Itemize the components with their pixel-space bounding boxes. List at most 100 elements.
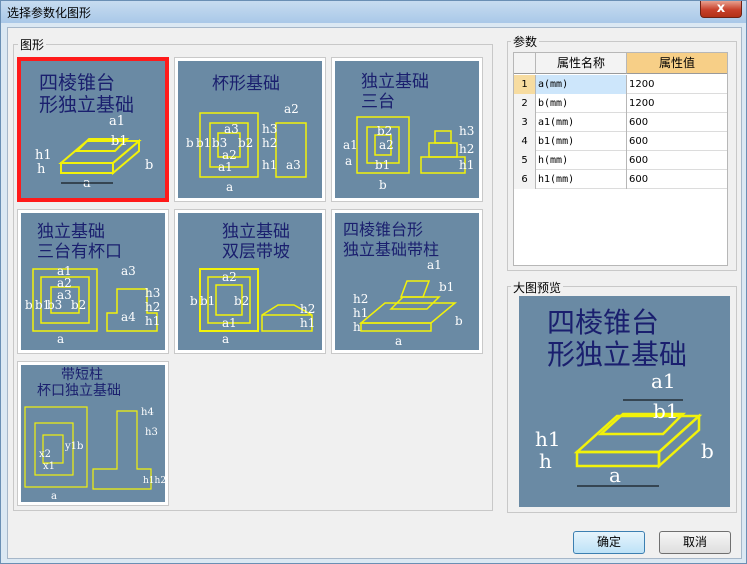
dialog-window: 选择参数化图形 x 图形 参数 大图预览 四棱锥台 形独立基础 a1 b1 h1… (0, 0, 747, 564)
thumb-title-line: 杯口独立基础 (37, 382, 121, 399)
dim-label: h3 (459, 124, 474, 138)
row-name[interactable]: b(mm) (536, 94, 627, 113)
footing-base-outline (60, 162, 114, 174)
preview-group-label: 大图预览 (511, 279, 564, 296)
shape-thumbnail-2[interactable]: 杯形基础 a2 a3 b b1 b3 b2 a2 a1 h3 h2 h1 a3 … (174, 57, 326, 202)
dim-label: x2 (39, 449, 51, 460)
dim-label: h1 (300, 316, 315, 330)
footing-base-outline (360, 322, 432, 332)
row-value[interactable]: 600 (627, 151, 727, 170)
row-name[interactable]: a1(mm) (536, 113, 627, 132)
dim-label: b (701, 439, 714, 463)
row-value[interactable]: 600 (627, 132, 727, 151)
dim-label: a2 (284, 102, 299, 116)
step-middle (428, 142, 458, 158)
thumb-title-line: 带短柱 (61, 367, 103, 383)
table-header-name[interactable]: 属性名称 (536, 53, 627, 74)
dim-label: h2 (145, 300, 160, 314)
row-index: 5 (514, 151, 536, 170)
shape-drawing-2: 杯形基础 a2 a3 b b1 b3 b2 a2 a1 h3 h2 h1 a3 … (178, 61, 322, 198)
table-row[interactable]: 6 h1(mm) 600 (514, 170, 727, 189)
preview-image: 四棱锥台 形独立基础 a1 b1 h1 h a b (519, 296, 730, 507)
table-row[interactable]: 3 a1(mm) 600 (514, 113, 727, 132)
dim-label: a2 (222, 270, 237, 284)
dim-label: h1 (35, 148, 52, 163)
dim-label: b2 (71, 298, 86, 312)
close-button[interactable]: x (700, 1, 742, 18)
dim-label: b (145, 158, 153, 173)
dim-label: b1 (111, 134, 128, 149)
dim-label: b1 (439, 280, 454, 294)
dim-label: h1 (353, 306, 368, 320)
shape-thumbnail-7[interactable]: 带短柱 杯口独立基础 h4 h3 x2 x1 y1 b h1h2 a (17, 361, 169, 506)
dim-label: a1 (222, 316, 237, 330)
dim-label: h2 (353, 292, 368, 306)
dim-label: b (25, 298, 33, 312)
dim-label: a (51, 491, 57, 502)
dim-label: a1 (109, 114, 125, 129)
dim-label: h3 (145, 286, 160, 300)
dim-label: b2 (234, 294, 249, 308)
ok-button[interactable]: 确定 (573, 531, 645, 554)
dim-label: h3 (145, 427, 158, 438)
row-name[interactable]: h1(mm) (536, 170, 627, 189)
dim-label: a (222, 332, 229, 346)
row-name[interactable]: h(mm) (536, 151, 627, 170)
dim-label: h2 (300, 302, 315, 316)
title-bar[interactable]: 选择参数化图形 x (1, 1, 746, 23)
thumb-title-line: 独立基础 (37, 222, 105, 242)
shapes-group-label: 图形 (18, 36, 47, 53)
dim-label: b (455, 314, 463, 328)
footing-side-outline (657, 413, 701, 469)
row-name[interactable]: b1(mm) (536, 132, 627, 151)
cancel-button[interactable]: 取消 (659, 531, 731, 554)
shape-thumbnail-1[interactable]: 四棱锥台 形独立基础 a1 b1 h1 h a b (17, 57, 169, 202)
table-row[interactable]: 1 a(mm) 1200 (514, 75, 727, 94)
row-value[interactable]: 600 (627, 170, 727, 189)
column-outline (399, 280, 431, 298)
shape-drawing-5: 独立基础 双层带坡 a2 b b1 b2 a1 a h2 h1 (178, 213, 322, 350)
row-value[interactable]: 1200 (627, 75, 727, 94)
dim-label: h3 (262, 122, 277, 136)
step-top (434, 130, 452, 144)
row-index: 2 (514, 94, 536, 113)
thumb-title-line: 独立基础 (361, 72, 429, 92)
table-row[interactable]: 2 b(mm) 1200 (514, 94, 727, 113)
row-value[interactable]: 1200 (627, 94, 727, 113)
dim-label: a (609, 463, 621, 487)
row-value[interactable]: 600 (627, 113, 727, 132)
shape-drawing-6: 四棱锥台形 独立基础带柱 a1 b1 h2 h1 h b a (335, 213, 479, 350)
row-index: 3 (514, 113, 536, 132)
dim-label: h2 (262, 136, 277, 150)
table-header-value[interactable]: 属性值 (627, 53, 727, 74)
shape-thumbnail-5[interactable]: 独立基础 双层带坡 a2 b b1 b2 a1 a h2 h1 (174, 209, 326, 354)
thumb-title-line: 杯形基础 (212, 74, 280, 94)
dim-label: a2 (379, 138, 394, 152)
dim-label: h2 (459, 142, 474, 156)
dim-label: a (345, 154, 352, 168)
table-header-index (514, 53, 536, 74)
row-name[interactable]: a(mm) (536, 75, 627, 94)
dim-label: y1 (64, 441, 77, 452)
dim-label: a3 (286, 158, 301, 172)
dim-label: a1 (427, 258, 442, 272)
shape-thumbnail-6[interactable]: 四棱锥台形 独立基础带柱 a1 b1 h2 h1 h b a (331, 209, 483, 354)
table-row[interactable]: 5 h(mm) 600 (514, 151, 727, 170)
dim-label: h (539, 449, 552, 473)
dim-label: b2 (238, 136, 253, 150)
shape-thumbnail-4[interactable]: 独立基础 三台有杯口 a1 a2 a3 b3 b2 b1 b a3 h3 h2 … (17, 209, 169, 354)
window-title: 选择参数化图形 (7, 6, 92, 20)
dim-label: b1 (653, 399, 679, 423)
row-index: 6 (514, 170, 536, 189)
shape-thumbnail-3[interactable]: 独立基础 三台 b2 a1 a2 b1 h3 h2 h1 a b (331, 57, 483, 202)
shape-drawing-7: 带短柱 杯口独立基础 h4 h3 x2 x1 y1 b h1h2 a (21, 365, 165, 502)
thumb-title-line: 独立基础 (222, 222, 290, 242)
dim-label: h1 (262, 158, 277, 172)
thumb-title-line: 三台有杯口 (37, 242, 122, 262)
table-row[interactable]: 4 b1(mm) 600 (514, 132, 727, 151)
dim-label: h (353, 320, 361, 334)
thumb-title-line: 三台 (361, 92, 395, 112)
dim-label: b (77, 441, 83, 452)
params-table[interactable]: 属性名称 属性值 1 a(mm) 1200 2 b(mm) 1200 3 a1(… (513, 52, 728, 266)
params-group-label: 参数 (511, 33, 540, 50)
